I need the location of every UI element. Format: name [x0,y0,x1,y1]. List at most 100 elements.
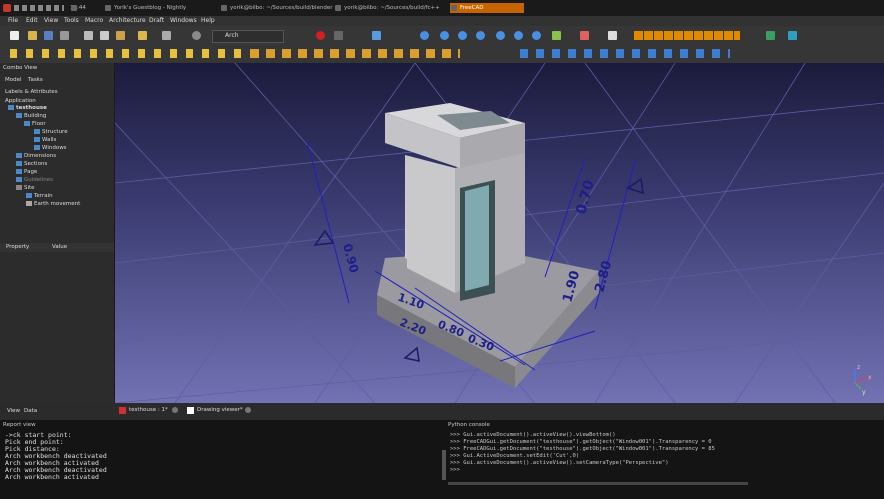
menu-view[interactable]: View [44,17,58,24]
tree-item[interactable]: Sections [16,161,47,167]
property-header: Property Value [0,243,114,252]
redo-icon[interactable] [162,31,171,40]
scene-svg: 1.10 2.20 0.80 0.30 1.90 2.80 0.70 0.90 … [115,63,884,403]
tab-view[interactable]: View [7,408,20,414]
view-fit-icon[interactable] [372,31,381,40]
console-prompt[interactable]: >>> [450,467,463,473]
tree-item[interactable]: Page [16,169,37,175]
menu-macro[interactable]: Macro [85,17,103,24]
page-icon [16,169,22,174]
tab-close-icon[interactable] [245,407,251,413]
tab-model[interactable]: Model [5,77,22,83]
record-macro-icon[interactable] [316,31,325,40]
application-node: Application [5,98,36,104]
tree-item[interactable]: Walls [34,137,56,143]
console-line: >>> Gui.activeDocument().activeView().vi… [450,432,616,438]
menu-bar: File Edit View Tools Macro Architecture … [0,16,884,26]
freecad-icon [119,407,126,414]
combo-view-panel: Combo View Model Tasks Labels & Attribut… [0,63,115,414]
grid-icon[interactable] [766,31,775,40]
tree-item[interactable]: Dimensions [16,153,56,159]
copy-icon[interactable] [100,31,109,40]
macro-run-icon[interactable] [334,31,343,40]
tree-item[interactable]: testhouse [8,105,47,111]
axis-z-label: z [857,364,860,371]
save-file-icon[interactable] [44,31,53,40]
console-line: >>> Gui.activeDocument().activeView().se… [450,460,669,466]
app-launcher-icon[interactable] [3,4,11,12]
paste-icon[interactable] [116,31,125,40]
tree-item[interactable]: Windows [34,145,67,151]
view-rear-icon[interactable] [496,31,505,40]
tray-icons [14,5,64,11]
page-icon[interactable] [608,31,617,40]
tab-tasks[interactable]: Tasks [28,77,43,83]
document-tabs: testhouse : 1* Drawing viewer* [115,403,884,418]
floor-icon [24,121,30,126]
console-scrollbar[interactable] [442,450,446,480]
workbench-label: Arch [225,32,239,39]
measure-icon[interactable] [552,31,561,40]
view-top-icon[interactable] [458,31,467,40]
dim-280: 2.80 [592,259,615,294]
tree-item[interactable]: Structure [34,129,68,135]
system-taskbar: 11:44 Yorik's Guestblog - Nightly yorik@… [0,0,884,17]
python-console-title: Python console [448,422,490,428]
menu-architecture[interactable]: Architecture [109,17,146,24]
tree-item[interactable]: Terrain [26,193,53,199]
view-iso-icon[interactable] [420,31,429,40]
cut-icon[interactable] [84,31,93,40]
python-console[interactable]: Python console >>> Gui.activeDocument().… [442,420,884,499]
axis-y-label: y [862,389,866,396]
tab-close-icon[interactable] [172,407,178,413]
menu-edit[interactable]: Edit [26,17,38,24]
clock: 11:44 [70,5,86,11]
view-left-icon[interactable] [532,31,541,40]
task-browser[interactable]: Yorik's Guestblog - Nightly [104,3,186,13]
console-line: >>> Gui.ActiveDocument.setEdit('Cut',0) [450,453,580,459]
draft-tools[interactable] [10,49,250,58]
site-icon [16,185,22,190]
print-icon[interactable] [60,31,69,40]
refresh-icon[interactable] [192,31,201,40]
console-hscroll[interactable] [448,482,748,485]
drawing-icon[interactable] [580,31,589,40]
menu-windows[interactable]: Windows [170,17,197,24]
report-view-title: Report view [3,422,36,428]
menu-help[interactable]: Help [201,17,215,24]
folder-icon [34,129,40,134]
dim-090: 0.90 [340,242,361,274]
tree-item[interactable]: Floor [24,121,46,127]
open-file-icon[interactable] [28,31,37,40]
undo-icon[interactable] [138,31,147,40]
3d-viewport[interactable]: 1.10 2.20 0.80 0.30 1.90 2.80 0.70 0.90 … [115,63,884,403]
menu-file[interactable]: File [8,17,18,24]
tree-item[interactable]: Site [16,185,35,191]
main-toolbar: Arch [0,26,884,46]
modify-tools[interactable] [520,49,730,58]
console-line: >>> FreeCADGui.getDocument("testhouse").… [450,439,712,445]
view-front-icon[interactable] [440,31,449,40]
task-terminal-blender[interactable]: yorik@bilbo: ~/Sources/build/blender [220,3,333,13]
new-file-icon[interactable] [10,31,19,40]
tab-testhouse[interactable]: testhouse : 1* [119,406,168,415]
tab-data[interactable]: Data [24,408,37,414]
dim-070: 0.70 [573,178,597,216]
view-bottom-icon[interactable] [514,31,523,40]
snap-toolbar[interactable] [634,31,740,40]
task-freecad[interactable]: FreeCAD [450,3,524,13]
workbench-selector[interactable]: Arch [212,30,284,43]
tree-item[interactable]: Building [16,113,46,119]
earth-icon [26,201,32,206]
document-icon [8,105,14,110]
tab-drawing-label: Drawing viewer* [197,407,243,413]
layer-icon[interactable] [788,31,797,40]
menu-draft[interactable]: Draft [149,17,164,24]
tree-item[interactable]: Guidelines [16,177,53,183]
arch-tools[interactable] [250,49,460,58]
task-terminal-fc[interactable]: yorik@bilbo: ~/Sources/build/fc++ [334,3,440,13]
tab-drawing-viewer[interactable]: Drawing viewer* [187,406,243,415]
tree-item[interactable]: Earth movement [26,201,80,207]
view-right-icon[interactable] [476,31,485,40]
menu-tools[interactable]: Tools [64,17,79,24]
